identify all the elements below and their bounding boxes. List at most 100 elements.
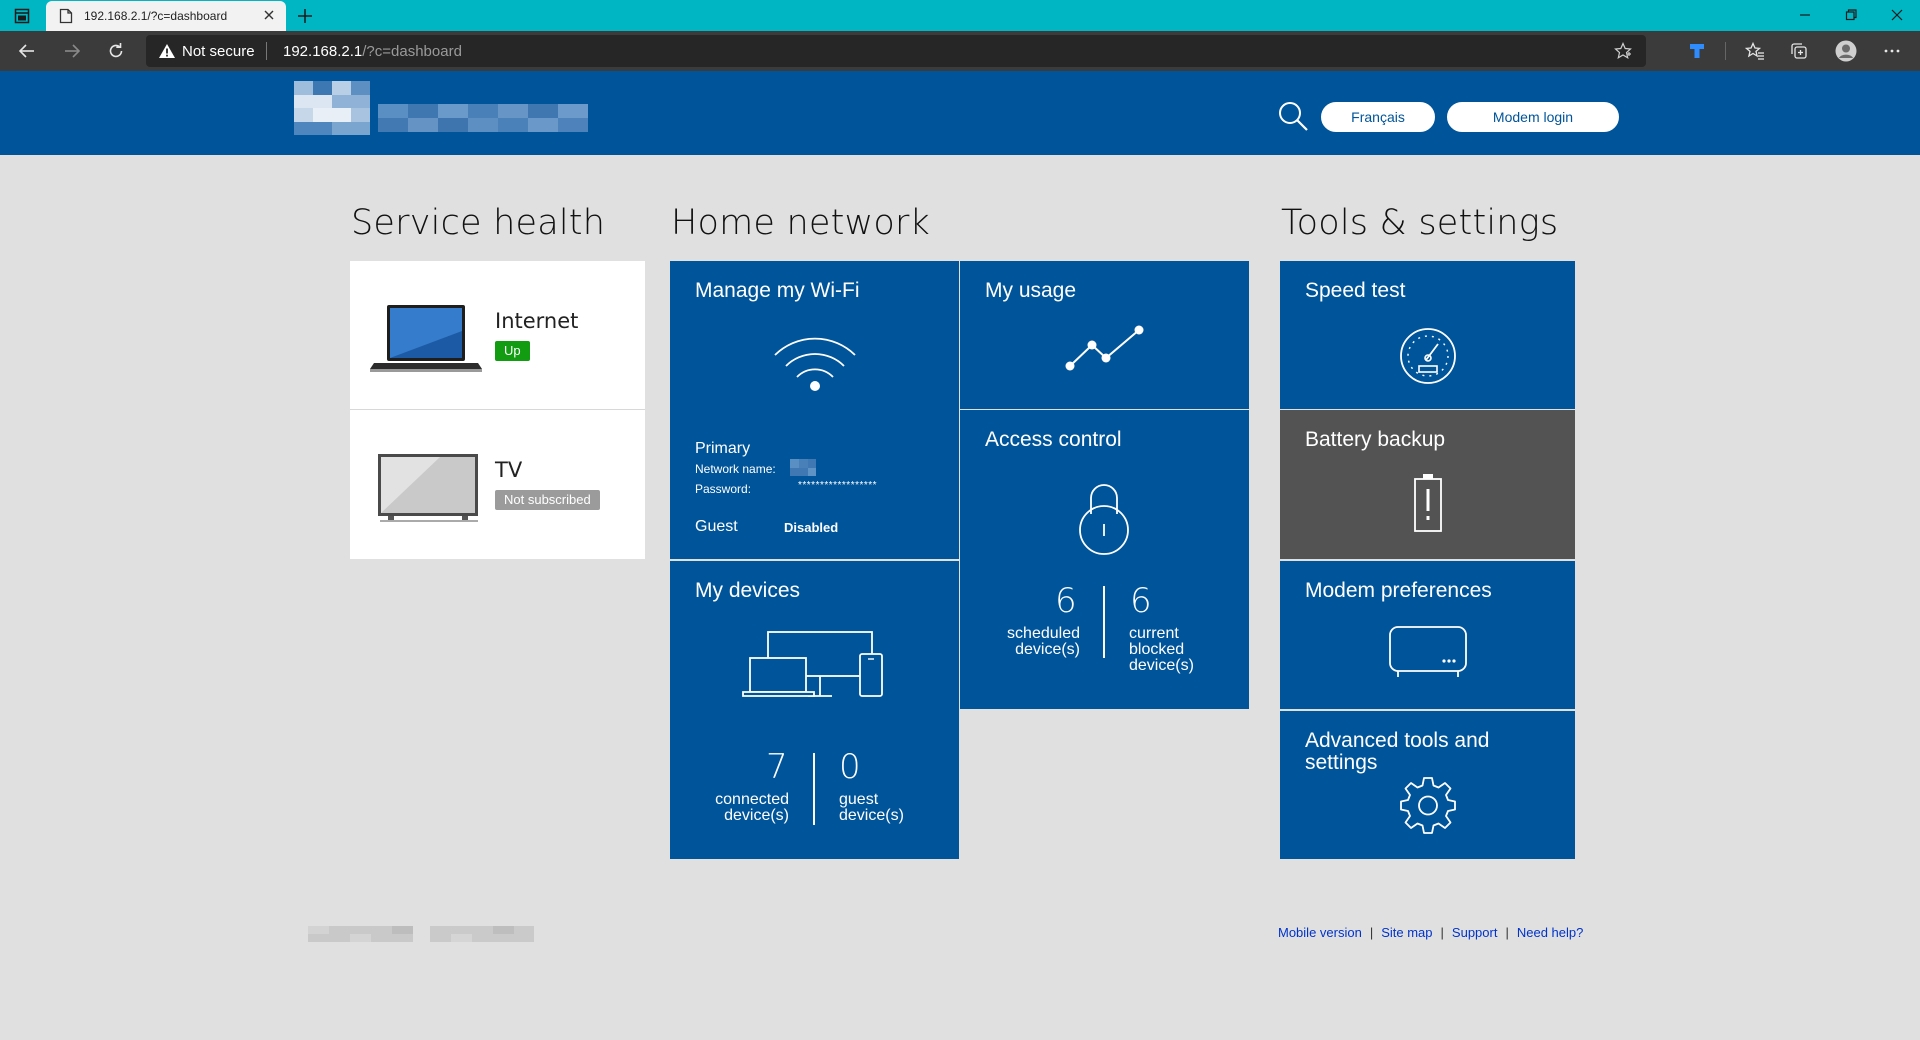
my-usage-title: My usage (985, 279, 1077, 302)
guest-device-count: 0 (839, 747, 861, 787)
connected-label: connected device(s) (715, 792, 789, 824)
manage-wifi-title: Manage my Wi-Fi (695, 279, 860, 302)
refresh-icon[interactable] (106, 41, 126, 61)
speedometer-icon (1400, 328, 1456, 384)
search-icon[interactable] (1277, 100, 1309, 132)
window-menu-icon[interactable] (14, 8, 30, 24)
modem-preferences-tile[interactable]: Modem preferences (1280, 561, 1575, 709)
modem-icon (1389, 626, 1467, 677)
devices-icon (742, 631, 883, 697)
site-header: Français Modem login (0, 71, 1920, 155)
network-name-redacted (790, 459, 816, 476)
security-status[interactable]: Not secure (182, 43, 255, 60)
battery-backup-title: Battery backup (1305, 428, 1446, 451)
tab-title: 192.168.2.1/?c=dashboard (84, 9, 228, 23)
support-link[interactable]: Support (1452, 925, 1498, 940)
my-devices-tile[interactable]: My devices 7 connected device(s) 0 guest… (670, 561, 959, 859)
link-separator: | (1440, 925, 1444, 940)
collections-icon[interactable] (1789, 41, 1809, 61)
language-button[interactable]: Français (1321, 102, 1435, 132)
divider (266, 42, 267, 60)
scheduled-label: scheduled device(s) (1007, 626, 1080, 658)
address-bar[interactable]: Not secure 192.168.2.1/?c=dashboard (146, 35, 1646, 67)
mobile-version-link[interactable]: Mobile version (1278, 925, 1362, 940)
blocked-label-line-3: device(s) (1129, 657, 1194, 674)
browser-tab-bar: 192.168.2.1/?c=dashboard (0, 0, 1920, 31)
connected-label-line-1: connected (715, 791, 789, 808)
internet-status-badge: Up (495, 341, 530, 361)
internet-label: Internet (495, 309, 579, 333)
forward-icon[interactable] (62, 41, 82, 61)
favorites-icon[interactable] (1745, 41, 1765, 61)
guest-label-line-2: device(s) (839, 807, 904, 824)
modem-login-button[interactable]: Modem login (1447, 102, 1619, 132)
back-icon[interactable] (17, 41, 37, 61)
copyright-redacted (308, 926, 534, 942)
guest-label: guest device(s) (839, 792, 904, 824)
modem-preferences-title: Modem preferences (1305, 579, 1492, 602)
restore-icon[interactable] (1842, 6, 1860, 24)
usage-graph-icon (1065, 325, 1144, 371)
tv-status-badge: Not subscribed (495, 490, 600, 510)
access-control-title: Access control (985, 428, 1122, 451)
extension-icon[interactable] (1687, 41, 1707, 61)
primary-network-label: Primary (695, 440, 751, 457)
network-name-label: Network name: (695, 462, 776, 476)
warning-icon[interactable] (158, 43, 176, 59)
speed-test-tile[interactable]: Speed test (1280, 261, 1575, 409)
password-label: Password: (695, 482, 752, 496)
brand-name-redacted (378, 104, 588, 132)
divider (1103, 586, 1105, 658)
scheduled-label-line-2: device(s) (1015, 641, 1080, 658)
tv-status-card[interactable]: TV Not subscribed (350, 410, 645, 559)
link-separator: | (1505, 925, 1509, 940)
advanced-tools-title-line-2: settings (1305, 751, 1378, 774)
close-window-icon[interactable] (1888, 6, 1906, 24)
browser-tab[interactable]: 192.168.2.1/?c=dashboard (46, 1, 286, 31)
brand-logo[interactable] (294, 81, 370, 135)
link-separator: | (1369, 925, 1374, 940)
divider (1725, 42, 1726, 60)
close-tab-icon[interactable] (262, 8, 276, 22)
footer-links: Mobile version | Site map | Support | Need hel… (1278, 925, 1583, 940)
advanced-tools-title-line-1: Advanced tools and (1305, 729, 1490, 752)
scheduled-device-count: 6 (1055, 581, 1077, 621)
blocked-label-line-1: current (1129, 625, 1179, 642)
laptop-icon (370, 305, 482, 372)
add-favorite-icon[interactable] (1614, 42, 1632, 60)
tv-label: TV (495, 458, 523, 482)
my-devices-title: My devices (695, 579, 801, 602)
home-network-heading: Home network (671, 203, 931, 243)
new-tab-icon[interactable] (296, 7, 314, 25)
url-host: 192.168.2.1 (283, 43, 363, 60)
access-control-tile[interactable]: Access control 6 scheduled device(s) 6 c… (960, 410, 1249, 709)
blocked-label: current blocked device(s) (1129, 626, 1194, 674)
divider (813, 753, 815, 825)
more-options-icon[interactable] (1882, 41, 1902, 61)
service-health-heading: Service health (351, 203, 606, 243)
lock-icon (1079, 484, 1129, 555)
internet-status-card[interactable]: Internet Up (350, 261, 645, 410)
connected-label-line-2: device(s) (724, 807, 789, 824)
site-map-link[interactable]: Site map (1381, 925, 1432, 940)
guest-network-label: Guest (695, 518, 738, 535)
manage-wifi-tile[interactable]: Manage my Wi-Fi Primary Network name: Pa… (670, 261, 959, 559)
wifi-icon (774, 337, 856, 391)
advanced-tools-tile[interactable]: Advanced tools and settings (1280, 711, 1575, 859)
my-usage-tile[interactable]: My usage (960, 261, 1249, 409)
scheduled-label-line-1: scheduled (1007, 625, 1080, 642)
profile-avatar-icon[interactable] (1835, 40, 1857, 62)
password-value: ****************** (798, 480, 878, 491)
battery-backup-tile[interactable]: Battery backup (1280, 410, 1575, 559)
browser-toolbar: Not secure 192.168.2.1/?c=dashboard (0, 31, 1920, 71)
tv-icon (378, 454, 478, 522)
guest-network-status: Disabled (784, 520, 839, 535)
page-icon (59, 8, 73, 24)
blocked-device-count: 6 (1130, 581, 1152, 621)
speed-test-title: Speed test (1305, 279, 1406, 302)
url-path: /?c=dashboard (362, 43, 462, 60)
minimize-icon[interactable] (1796, 6, 1814, 24)
tools-settings-heading: Tools & settings (1281, 203, 1559, 243)
need-help-link[interactable]: Need help? (1517, 925, 1584, 940)
url-text[interactable]: 192.168.2.1/?c=dashboard (283, 43, 462, 60)
